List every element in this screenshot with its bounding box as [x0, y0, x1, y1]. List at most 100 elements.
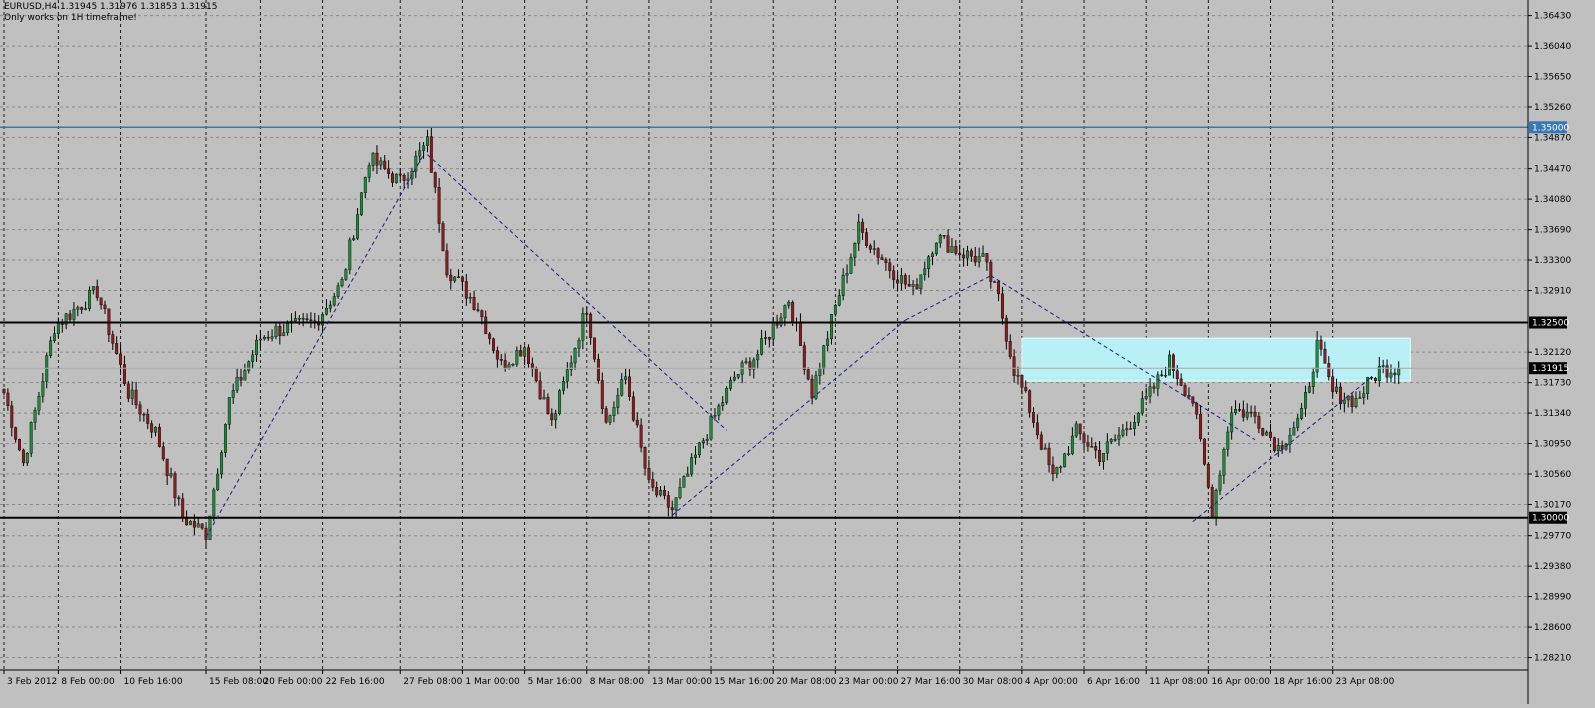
candle-bull: [367, 165, 371, 178]
candle-bull: [927, 256, 931, 269]
symbol-header: EURUSD,H4 1.31945 1.31976 1.31853 1.3191…: [4, 2, 218, 12]
x-tick-label: 22 Feb 16:00: [326, 677, 385, 687]
candle-bull: [286, 323, 290, 333]
candle-bear: [398, 173, 402, 176]
y-tick-label: 1.31340: [1534, 409, 1571, 419]
candle-bull: [558, 390, 562, 414]
candle-bear: [546, 397, 550, 414]
candle-bull: [282, 332, 286, 337]
candle-bull: [872, 248, 876, 250]
candle-bull: [1125, 428, 1129, 431]
candle-bull: [837, 295, 841, 306]
price-chart[interactable]: 1.35000 1.32500 1.31915 1.30000 1.36430 1.36…: [0, 0, 1595, 704]
candle-bear: [503, 360, 507, 369]
candle-bear: [119, 353, 123, 365]
y-tick-label: 1.28210: [1534, 654, 1571, 664]
candle-bull: [1397, 367, 1401, 376]
candle-bear: [375, 152, 379, 166]
candle-bear: [165, 458, 169, 477]
candle-bull: [1113, 438, 1117, 441]
candle-bear: [604, 408, 608, 423]
candle-bull: [1265, 431, 1269, 436]
candle-bull: [674, 497, 678, 511]
candle-bull: [91, 286, 95, 291]
candle-bull: [732, 376, 736, 381]
y-tick-label: 1.29770: [1534, 532, 1571, 542]
candle-bear: [892, 270, 896, 281]
candle-bull: [934, 242, 938, 254]
candle-bull: [1074, 423, 1078, 437]
candle-bear: [631, 396, 635, 421]
candle-bull: [1168, 354, 1171, 376]
level-label: 1.35000: [1532, 123, 1569, 133]
candle-bear: [1020, 375, 1024, 388]
candle-bear: [445, 250, 449, 276]
candle-bear: [791, 302, 795, 324]
x-tick-label: 15 Feb 08:00: [209, 677, 268, 687]
analysis-zone: [1021, 337, 1411, 382]
x-tick-label: 20 Feb 00:00: [263, 677, 322, 687]
candle-bull: [344, 269, 348, 280]
candle-bear: [115, 343, 119, 355]
candle-bull: [1300, 408, 1304, 419]
candle-bear: [1078, 423, 1082, 435]
candle-bear: [1047, 447, 1051, 466]
candle-bear: [1094, 446, 1098, 451]
candle-bear: [14, 427, 18, 440]
candle-bear: [1280, 445, 1284, 450]
candle-bull: [406, 178, 410, 181]
candle-bear: [1331, 376, 1335, 392]
y-tick-label: 1.33690: [1534, 226, 1571, 236]
chart-window[interactable]: 1.35000 1.32500 1.31915 1.30000 1.36430 1.36…: [0, 0, 1595, 704]
candle-bear: [484, 316, 488, 335]
candle-bear: [1241, 409, 1245, 418]
candle-bear: [1179, 378, 1183, 386]
candle-bull: [1381, 365, 1385, 367]
candle-bear: [6, 392, 10, 406]
candle-bull: [231, 390, 235, 398]
candle-bull: [1304, 392, 1307, 409]
candle-bear: [954, 246, 958, 254]
candle-bear: [429, 136, 433, 173]
candle-bull: [764, 337, 767, 339]
candle-bull: [919, 274, 923, 290]
candle-bear: [99, 297, 103, 306]
candle-bull: [220, 452, 224, 475]
candle-bear: [1187, 395, 1191, 397]
candle-bear: [946, 235, 950, 253]
candle-bull: [1358, 397, 1362, 399]
y-tick-label: 1.33300: [1534, 256, 1571, 266]
candle-bear: [181, 498, 185, 519]
candle-bear: [802, 345, 806, 370]
x-tick-label: 5 Mar 16:00: [528, 677, 583, 687]
candle-bull: [363, 177, 367, 193]
candle-bear: [907, 284, 911, 287]
candle-bear: [150, 423, 154, 433]
candle-bear: [95, 286, 99, 298]
candle-bull: [258, 338, 262, 341]
candle-bear: [666, 495, 670, 508]
candle-bull: [682, 476, 686, 488]
candle-bull: [849, 257, 853, 274]
candle-bull: [787, 302, 791, 306]
candle-bull: [581, 313, 585, 341]
y-tick-label: 1.34470: [1534, 165, 1571, 175]
candle-bear: [806, 369, 810, 380]
candle-bull: [608, 415, 612, 423]
candle-bull: [565, 369, 569, 382]
candle-bear: [177, 497, 181, 500]
candle-bear: [200, 523, 204, 529]
candle-bear: [550, 413, 554, 421]
candle-bear: [662, 489, 666, 496]
y-tick-label: 1.35650: [1534, 73, 1571, 83]
candle-bull: [931, 253, 934, 257]
x-tick-label: 1 Mar 00:00: [465, 677, 520, 687]
candle-bull: [1136, 412, 1140, 423]
candle-bear: [1253, 411, 1257, 417]
candle-bear: [639, 424, 643, 448]
candle-bull: [783, 305, 787, 319]
candle-bear: [103, 304, 107, 310]
candle-bull: [1226, 431, 1230, 450]
candle-bull: [418, 150, 422, 157]
candle-bear: [1012, 356, 1016, 376]
